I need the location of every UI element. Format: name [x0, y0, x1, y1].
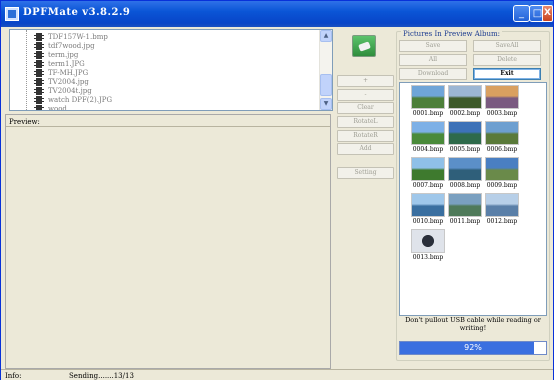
album-title: Pictures In Preview Album:: [401, 30, 503, 38]
file-name: term1.JPG: [48, 60, 85, 68]
landscape-thumbnail: [485, 121, 519, 145]
landscape-thumbnail: [448, 157, 482, 181]
add-button[interactable]: Add: [337, 143, 394, 155]
file-name: tdf7wood.jpg: [48, 42, 95, 50]
setting-button[interactable]: Setting: [337, 167, 394, 179]
file-name: TV2004t.jpg: [48, 87, 92, 95]
thumbnail-item[interactable]: 0001.bmp: [410, 85, 446, 119]
zoom-out-button[interactable]: -: [337, 89, 394, 101]
usb-warning: Don't pullout USB cable while reading or…: [405, 316, 541, 332]
camera-icon[interactable]: [352, 35, 376, 57]
thumbnail-item[interactable]: 0002.bmp: [447, 85, 483, 119]
file-name: TF-MH.JPG: [48, 69, 89, 77]
zoom-in-button[interactable]: +: [337, 75, 394, 87]
delete-button[interactable]: Delete: [473, 54, 541, 66]
thumbnail-item[interactable]: 0009.bmp: [484, 157, 520, 191]
thumbnail-item[interactable]: 0010.bmp: [410, 193, 446, 227]
rotate-right-button[interactable]: RotateR: [337, 130, 394, 142]
thumbnail-item[interactable]: 0006.bmp: [484, 121, 520, 155]
app-window: DPFMate v3.8.2.9 _ □ X TDF157W-1.bmp tdf…: [0, 0, 554, 380]
preview-panel: Preview:: [5, 114, 331, 369]
file-name: wood: [48, 105, 67, 111]
download-button[interactable]: Download: [399, 68, 467, 80]
app-icon: [5, 7, 19, 21]
rotate-left-button[interactable]: RotateL: [337, 116, 394, 128]
save-button[interactable]: Save: [399, 40, 467, 52]
film-file-icon: [34, 60, 44, 68]
landscape-thumbnail: [485, 85, 519, 109]
select-all-button[interactable]: All: [399, 54, 467, 66]
watch-thumbnail: [411, 229, 445, 253]
file-name: term.jpg: [48, 51, 79, 59]
file-list-item[interactable]: wood: [34, 104, 67, 111]
clear-button[interactable]: Clear: [337, 102, 394, 114]
preview-divider: [6, 126, 330, 127]
exit-button[interactable]: Exit: [473, 68, 541, 80]
thumbnail-label: 0006.bmp: [486, 146, 518, 153]
thumbnail-label: 0004.bmp: [412, 146, 444, 153]
preview-label: Preview:: [9, 118, 40, 126]
landscape-thumbnail: [411, 121, 445, 145]
file-name: watch DPF(2).JPG: [48, 96, 113, 104]
minimize-button[interactable]: _: [513, 5, 530, 22]
landscape-thumbnail: [448, 85, 482, 109]
save-all-button[interactable]: SaveAll: [473, 40, 541, 52]
landscape-thumbnail: [411, 85, 445, 109]
thumbnail-item[interactable]: 0012.bmp: [484, 193, 520, 227]
landscape-thumbnail: [448, 121, 482, 145]
album-group: Pictures In Preview Album: Save SaveAll …: [396, 30, 550, 361]
thumbnail-label: 0013.bmp: [412, 254, 444, 261]
file-list[interactable]: TDF157W-1.bmp tdf7wood.jpg term.jpg term…: [9, 29, 333, 111]
film-file-icon: [34, 96, 44, 104]
file-name: TV2004.jpg: [48, 78, 89, 86]
progress-bar: 92%: [399, 341, 547, 355]
thumbnail-item[interactable]: 0005.bmp: [447, 121, 483, 155]
thumbnail-label: 0008.bmp: [449, 182, 481, 189]
thumbnail-label: 0005.bmp: [449, 146, 481, 153]
thumbnail-label: 0011.bmp: [449, 218, 481, 225]
film-file-icon: [34, 105, 44, 110]
progress-label: 92%: [464, 343, 482, 352]
film-file-icon: [34, 42, 44, 50]
film-file-icon: [34, 33, 44, 41]
file-list-scrollbar[interactable]: ▲ ▼: [319, 30, 332, 110]
file-name: TDF157W-1.bmp: [48, 33, 108, 41]
info-label: Info:: [5, 372, 22, 380]
landscape-thumbnail: [485, 193, 519, 217]
thumbnail-item[interactable]: 0004.bmp: [410, 121, 446, 155]
landscape-thumbnail: [485, 157, 519, 181]
thumbnail-label: 0002.bmp: [449, 110, 481, 117]
scroll-down-button[interactable]: ▼: [320, 98, 332, 110]
thumbnail-label: 0003.bmp: [486, 110, 518, 117]
title-bar[interactable]: DPFMate v3.8.2.9 _ □ X: [1, 1, 553, 27]
thumbnail-label: 0007.bmp: [412, 182, 444, 189]
scroll-up-button[interactable]: ▲: [320, 30, 332, 42]
thumbnail-item[interactable]: 0003.bmp: [484, 85, 520, 119]
status-bar: Info: Sending.......13/13: [1, 369, 553, 380]
thumbnail-item[interactable]: 0007.bmp: [410, 157, 446, 191]
thumbnail-item[interactable]: 0008.bmp: [447, 157, 483, 191]
landscape-thumbnail: [448, 193, 482, 217]
tree-line: [26, 30, 27, 110]
close-button[interactable]: X: [542, 5, 553, 22]
thumbnail-label: 0010.bmp: [412, 218, 444, 225]
film-file-icon: [34, 87, 44, 95]
film-file-icon: [34, 69, 44, 77]
scroll-thumb[interactable]: [320, 74, 332, 96]
landscape-thumbnail: [411, 157, 445, 181]
film-file-icon: [34, 78, 44, 86]
thumbnail-label: 0012.bmp: [486, 218, 518, 225]
landscape-thumbnail: [411, 193, 445, 217]
thumbnail-item[interactable]: 0011.bmp: [447, 193, 483, 227]
thumbnail-label: 0009.bmp: [486, 182, 518, 189]
film-file-icon: [34, 51, 44, 59]
thumbnail-item[interactable]: 0013.bmp: [410, 229, 446, 263]
window-title: DPFMate v3.8.2.9: [23, 7, 131, 18]
thumbnail-grid[interactable]: 0001.bmp 0002.bmp 0003.bmp 0004.bmp 0005.bmp…: [399, 82, 547, 316]
thumbnail-label: 0001.bmp: [412, 110, 444, 117]
sending-status: Sending.......13/13: [69, 372, 134, 380]
